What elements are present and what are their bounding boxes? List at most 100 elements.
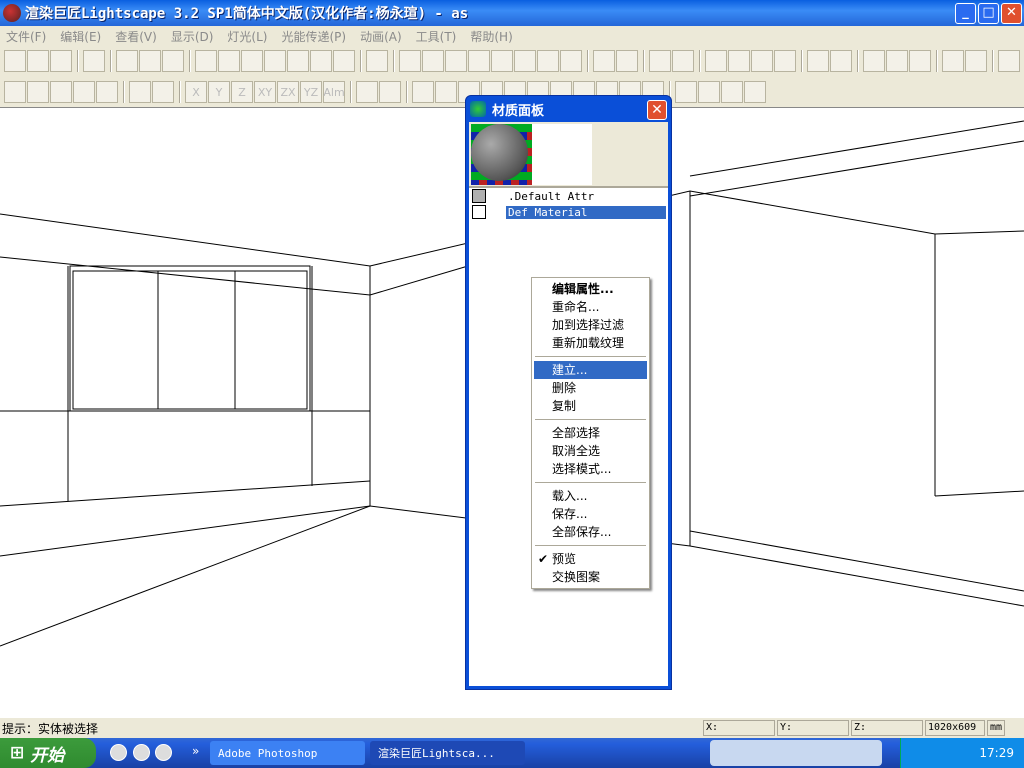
tool-10-icon[interactable]	[942, 50, 964, 72]
print-icon[interactable]	[116, 50, 138, 72]
move-icon[interactable]	[129, 81, 151, 103]
tool-3-icon[interactable]	[751, 50, 773, 72]
quicklaunch-chevron[interactable]: »	[192, 744, 199, 758]
menu-item[interactable]: 动画(A)	[360, 28, 402, 45]
new-file-icon[interactable]	[4, 50, 26, 72]
tool-5-icon[interactable]	[807, 50, 829, 72]
block-2-icon[interactable]	[435, 81, 457, 103]
context-menu-item[interactable]: 重命名...	[534, 298, 647, 316]
menu-item[interactable]: 灯光(L)	[227, 28, 267, 45]
quicklaunch-desktop-icon[interactable]	[110, 744, 127, 761]
cube-view-5-icon[interactable]	[310, 50, 332, 72]
context-menu-item[interactable]: 建立...	[534, 361, 647, 379]
axis-alm-button[interactable]: Alm	[323, 81, 345, 103]
panel-close-button[interactable]: ✕	[647, 100, 667, 120]
context-menu-item[interactable]: 加到选择过滤	[534, 316, 647, 334]
context-menu-item[interactable]: 交换图案	[534, 568, 647, 586]
pan-icon[interactable]	[491, 50, 513, 72]
menu-item[interactable]: 光能传递(P)	[281, 28, 346, 45]
menu-item[interactable]: 文件(F)	[6, 28, 46, 45]
zoom-all-icon[interactable]	[616, 50, 638, 72]
crosshair-icon[interactable]	[998, 50, 1020, 72]
solid-icon[interactable]	[73, 81, 95, 103]
context-menu-item[interactable]: 保存...	[534, 505, 647, 523]
block-1-icon[interactable]	[412, 81, 434, 103]
wire-green-icon[interactable]	[27, 81, 49, 103]
cube-view-6-icon[interactable]	[333, 50, 355, 72]
context-menu-item[interactable]: 复制	[534, 397, 647, 415]
cube-view-2-icon[interactable]	[241, 50, 263, 72]
axis-z-button[interactable]: Z	[231, 81, 253, 103]
query-icon[interactable]	[672, 50, 694, 72]
axis-yz-button[interactable]: YZ	[300, 81, 322, 103]
task-photoshop[interactable]: Adobe Photoshop	[210, 741, 365, 765]
person-3-icon[interactable]	[721, 81, 743, 103]
cube-view-4-icon[interactable]	[287, 50, 309, 72]
context-menu-item[interactable]: 全部保存...	[534, 523, 647, 541]
snap-icon[interactable]	[356, 81, 378, 103]
media-player-controls[interactable]	[710, 740, 882, 766]
maximize-button[interactable]: □	[978, 3, 999, 24]
context-menu-item[interactable]: 删除	[534, 379, 647, 397]
zoom-window-icon[interactable]	[366, 50, 388, 72]
axis-xy-button[interactable]: XY	[254, 81, 276, 103]
dolly-icon[interactable]	[514, 50, 536, 72]
zoom-extents-icon[interactable]	[593, 50, 615, 72]
tool-9-icon[interactable]	[909, 50, 931, 72]
material-item[interactable]: Def Material	[469, 204, 668, 220]
minimize-button[interactable]: _	[955, 3, 976, 24]
rotate-icon[interactable]	[422, 50, 444, 72]
tool-4-icon[interactable]	[774, 50, 796, 72]
menu-item[interactable]: 查看(V)	[115, 28, 157, 45]
task-lightscape[interactable]: 渲染巨匠Lightsca...	[370, 741, 525, 765]
solid-outline-icon[interactable]	[96, 81, 118, 103]
context-menu-item[interactable]: 选择模式...	[534, 460, 647, 478]
walk-person-icon[interactable]	[675, 81, 697, 103]
help-icon[interactable]	[139, 50, 161, 72]
menu-item-label: 载入...	[552, 489, 588, 503]
tool-8-icon[interactable]	[886, 50, 908, 72]
select-icon[interactable]	[649, 50, 671, 72]
magnet-icon[interactable]	[379, 81, 401, 103]
view-icon[interactable]	[195, 50, 217, 72]
walk-icon[interactable]	[537, 50, 559, 72]
undo-icon[interactable]	[83, 50, 105, 72]
orbit-icon[interactable]	[399, 50, 421, 72]
context-menu-item[interactable]: 编辑属性...	[534, 280, 647, 298]
axis-x-button[interactable]: X	[185, 81, 207, 103]
axis-y-button[interactable]: Y	[208, 81, 230, 103]
zoom-out-icon[interactable]	[468, 50, 490, 72]
save-icon[interactable]	[50, 50, 72, 72]
menu-item[interactable]: 工具(T)	[416, 28, 457, 45]
quicklaunch-media-icon[interactable]	[155, 744, 172, 761]
tool-6-icon[interactable]	[830, 50, 852, 72]
context-help-icon[interactable]	[162, 50, 184, 72]
menu-item[interactable]: 显示(D)	[171, 28, 214, 45]
context-menu-item[interactable]: 取消全选	[534, 442, 647, 460]
context-menu-item[interactable]: 重新加载纹理	[534, 334, 647, 352]
tool-11-icon[interactable]	[965, 50, 987, 72]
menu-item[interactable]: 编辑(E)	[60, 28, 101, 45]
hidden-line-icon[interactable]	[50, 81, 72, 103]
start-button[interactable]: ⊞ 开始	[0, 738, 96, 768]
menu-item[interactable]: 帮助(H)	[470, 28, 512, 45]
tool-1-icon[interactable]	[705, 50, 727, 72]
rotate-obj-icon[interactable]	[152, 81, 174, 103]
context-menu-item[interactable]: 载入...	[534, 487, 647, 505]
tool-2-icon[interactable]	[728, 50, 750, 72]
quicklaunch-app-icon[interactable]	[133, 744, 150, 761]
context-menu-item[interactable]: 全部选择	[534, 424, 647, 442]
person-2-icon[interactable]	[698, 81, 720, 103]
zoom-in-icon[interactable]	[445, 50, 467, 72]
spin-icon[interactable]	[560, 50, 582, 72]
close-button[interactable]: ✕	[1001, 3, 1022, 24]
wireframe-icon[interactable]	[4, 81, 26, 103]
material-item[interactable]: .Default Attr	[469, 188, 668, 204]
cube-view-1-icon[interactable]	[218, 50, 240, 72]
axis-zx-button[interactable]: ZX	[277, 81, 299, 103]
context-menu-item[interactable]: ✔ 预览	[534, 550, 647, 568]
open-file-icon[interactable]	[27, 50, 49, 72]
cube-view-3-icon[interactable]	[264, 50, 286, 72]
light-icon[interactable]	[744, 81, 766, 103]
tool-7-icon[interactable]	[863, 50, 885, 72]
